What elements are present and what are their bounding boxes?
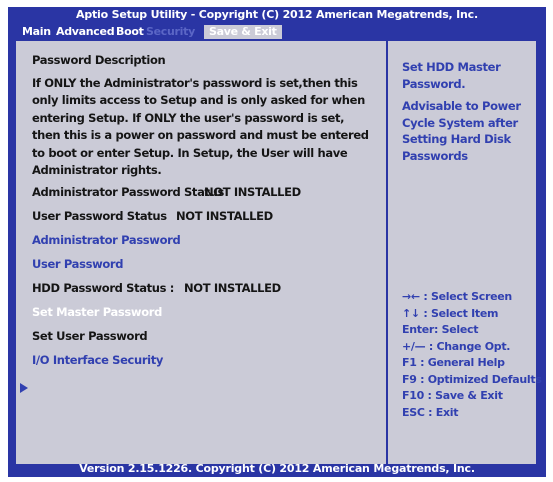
admin-password-status-label: Administrator Password Status [32,185,224,199]
key-general-help: F1 : General Help [402,356,505,369]
password-description-heading: Password Description [32,53,166,67]
panel-divider [386,41,388,464]
tab-main[interactable]: Main [22,25,51,38]
bios-window: Aptio Setup Utility - Copyright (C) 2012… [8,7,546,477]
key-select-item: ↑↓ : Select Item [402,306,499,320]
key-change-opt: +/— : Change Opt. [402,339,511,353]
bios-title: Aptio Setup Utility - Copyright (C) 2012… [76,8,478,21]
user-password-option[interactable]: User Password [32,257,123,271]
hdd-password-status-label: HDD Password Status : [32,281,175,295]
help-title: Set HDD Master Password. [402,60,501,91]
key-save-exit: F10 : Save & Exit [402,389,503,402]
key-select-screen: →← : Select Screen [402,290,512,303]
help-text: Advisable to Power Cycle System after Se… [402,99,521,163]
version-footer: Version 2.15.1226. Copyright (C) 2012 Am… [79,462,475,475]
hdd-password-status-value: NOT INSTALLED [184,281,281,295]
tab-save-exit[interactable]: Save & Exit [204,25,282,39]
set-user-password-option[interactable]: Set User Password [32,329,148,343]
key-exit: ESC : Exit [402,405,459,419]
administrator-password-option[interactable]: Administrator Password [32,233,181,247]
password-description-text: If ONLY the Administrator's password is … [32,76,369,178]
key-optimized-defaults: F9 : Optimized Defaults [402,372,542,386]
tab-boot[interactable]: Boot [116,25,144,38]
key-legend: →← : Select Screen ↑↓ : Select Item Ente… [402,289,542,421]
user-password-status-label: User Password Status [32,209,167,223]
tab-security[interactable]: Security [146,25,195,38]
key-enter-select: Enter: Select [402,323,479,336]
admin-password-status-value: NOT INSTALLED [204,185,301,199]
set-master-password-option[interactable]: Set Master Password [32,305,162,319]
io-interface-security-option[interactable]: I/O Interface Security [32,353,163,367]
tab-advanced[interactable]: Advanced [56,25,115,38]
user-password-status-value: NOT INSTALLED [176,209,273,223]
submenu-arrow-icon [20,383,28,393]
main-panel: Password Description If ONLY the Adminis… [14,39,542,466]
